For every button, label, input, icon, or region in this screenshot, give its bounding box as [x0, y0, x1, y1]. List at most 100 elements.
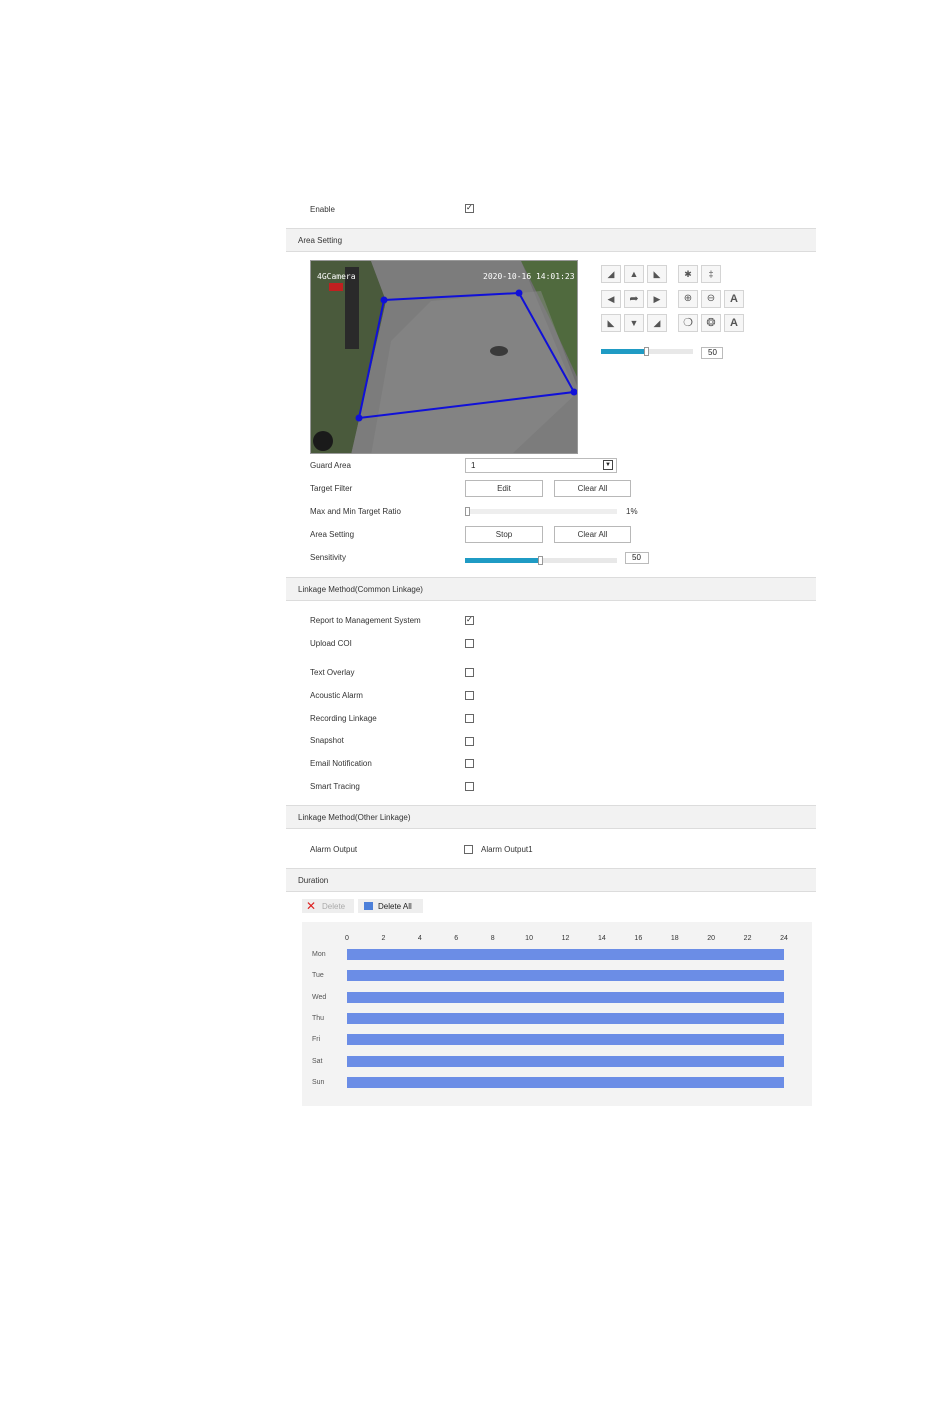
guard-area-polygon[interactable]	[311, 261, 578, 454]
day-label: Fri	[312, 1036, 321, 1044]
chevron-down-icon[interactable]: ▼	[603, 460, 613, 470]
ptz-speed-handle[interactable]	[644, 347, 649, 356]
zoom-in-icon[interactable]: ⊕	[678, 290, 698, 308]
delete-all-button-label: Delete All	[378, 902, 412, 911]
hour-label: 20	[707, 935, 716, 942]
auto-focus-icon[interactable]: A	[724, 290, 744, 308]
hour-label: 16	[634, 935, 643, 942]
delete-button[interactable]: ✕ Delete	[302, 899, 354, 913]
linkage-label-snapshot: Snapshot	[310, 736, 344, 745]
duration-section-title: Duration	[298, 876, 329, 885]
alarm-output-label: Alarm Output	[310, 845, 358, 854]
other-linkage-section-title: Linkage Method(Other Linkage)	[298, 813, 411, 822]
schedule-bar[interactable]	[347, 1034, 784, 1046]
linkage-label-text-overlay: Text Overlay	[310, 668, 355, 677]
linkage-checkbox-acoustic-alarm[interactable]	[465, 691, 474, 700]
zoom-out-icon[interactable]: ⊖	[701, 290, 721, 308]
target-filter-clear-all-button[interactable]: Clear All	[554, 480, 631, 497]
arrow-down-right-icon[interactable]: ◢	[647, 314, 667, 332]
linkage-checkbox-upload-coi[interactable]	[465, 639, 474, 648]
guard-area-label: Guard Area	[310, 461, 351, 470]
arrow-down-icon[interactable]: ▼	[624, 314, 644, 332]
alarm-output1-label: Alarm Output1	[481, 845, 533, 854]
delete-all-button[interactable]: Delete All	[358, 899, 423, 913]
day-label: Sat	[312, 1057, 323, 1065]
linkage-label-recording: Recording Linkage	[310, 714, 377, 723]
rotate-icon[interactable]: ➦	[624, 290, 644, 308]
linkage-checkbox-snapshot[interactable]	[465, 737, 474, 746]
hour-label: 24	[780, 935, 788, 942]
arrow-up-right-icon[interactable]: ◣	[647, 265, 667, 283]
hour-label: 2	[381, 935, 386, 942]
day-label: Sun	[312, 1078, 325, 1086]
guard-area-select[interactable]: 1 ▼	[465, 458, 617, 473]
day-label: Thu	[312, 1014, 325, 1022]
hour-label: 0	[345, 935, 349, 942]
linkage-label-smart-tracing: Smart Tracing	[310, 782, 360, 791]
schedule-bar[interactable]	[347, 949, 784, 960]
hour-label: 4	[417, 935, 422, 942]
focus-near-icon[interactable]: ✱	[678, 265, 698, 283]
ptz-speed-slider[interactable]	[601, 347, 693, 356]
sensitivity-fill	[465, 558, 541, 563]
schedule-bar[interactable]	[347, 970, 784, 982]
focus-far-icon[interactable]: ‡	[701, 265, 721, 283]
linkage-checkbox-email[interactable]	[465, 759, 474, 768]
common-linkage-section-title: Linkage Method(Common Linkage)	[298, 585, 423, 594]
arrow-up-icon[interactable]: ▲	[624, 265, 644, 283]
sensitivity-slider[interactable]	[465, 556, 617, 565]
common-linkage-section-header: Linkage Method(Common Linkage)	[286, 577, 816, 601]
other-linkage-section-header: Linkage Method(Other Linkage)	[286, 805, 816, 829]
auto-iris-icon[interactable]: A	[724, 314, 744, 332]
schedule-bar[interactable]	[347, 1055, 784, 1067]
enable-checkbox[interactable]	[465, 202, 474, 214]
linkage-label-email: Email Notification	[310, 759, 372, 768]
arrow-up-left-icon[interactable]: ◢	[601, 265, 621, 283]
iris-open-icon[interactable]: ❍	[678, 314, 698, 332]
day-label: Wed	[312, 993, 327, 1001]
ptz-speed-value[interactable]: 50	[701, 347, 723, 359]
delete-all-icon	[364, 902, 373, 910]
schedule-bar[interactable]	[347, 1012, 784, 1024]
sensitivity-value[interactable]: 50	[625, 552, 649, 564]
guard-area-value: 1	[471, 461, 476, 470]
area-setting-clear-all-button[interactable]: Clear All	[554, 526, 631, 543]
linkage-label-acoustic-alarm: Acoustic Alarm	[310, 691, 363, 700]
arrow-left-icon[interactable]: ◀	[601, 290, 621, 308]
target-filter-label: Target Filter	[310, 484, 353, 493]
schedule-bar[interactable]	[347, 1076, 784, 1088]
alarm-output1-checkbox[interactable]	[464, 845, 473, 854]
linkage-checkbox-report[interactable]	[465, 614, 474, 626]
hour-label: 18	[670, 935, 679, 942]
hour-label: 14	[598, 935, 606, 942]
hour-label: 10	[525, 935, 533, 942]
arrow-down-left-icon[interactable]: ◣	[601, 314, 621, 332]
day-label: Tue	[312, 972, 324, 980]
hour-label: 22	[743, 935, 752, 942]
linkage-label-report: Report to Management System	[310, 616, 421, 625]
target-filter-edit-button[interactable]: Edit	[465, 480, 543, 497]
area-setting-stop-button[interactable]: Stop	[465, 526, 543, 543]
linkage-checkbox-smart-tracing[interactable]	[465, 782, 474, 791]
hour-label: 12	[561, 935, 570, 942]
target-ratio-slider[interactable]	[465, 507, 617, 516]
sensitivity-label: Sensitivity	[310, 553, 347, 562]
day-label: Mon	[312, 951, 326, 958]
target-ratio-handle[interactable]	[465, 507, 470, 516]
target-ratio-label: Max and Min Target Ratio	[310, 507, 402, 516]
linkage-checkbox-recording[interactable]	[465, 714, 474, 723]
arrow-right-icon[interactable]: ▶	[647, 290, 667, 308]
area-setting-section-header: Area Setting	[286, 228, 816, 252]
sensitivity-handle[interactable]	[538, 556, 543, 565]
linkage-checkbox-text-overlay[interactable]	[465, 668, 474, 677]
enable-label: Enable	[310, 205, 335, 214]
video-preview[interactable]: 4GCamera 2020-10-16 14:01:23	[310, 260, 578, 454]
area-setting-section-title: Area Setting	[298, 236, 343, 245]
schedule-bar[interactable]	[347, 991, 784, 1003]
duration-section-header: Duration	[286, 868, 816, 892]
close-icon: ✕	[306, 899, 317, 913]
target-ratio-value: 1%	[626, 507, 638, 516]
iris-close-icon[interactable]: ❂	[701, 314, 721, 332]
linkage-label-upload-coi: Upload COI	[310, 639, 352, 648]
schedule-grid[interactable]: 0 2 4 6 8 10 12 14 16 18 20 22 24 Mon Tue Wed Thu Fri Sat…	[302, 922, 812, 1106]
